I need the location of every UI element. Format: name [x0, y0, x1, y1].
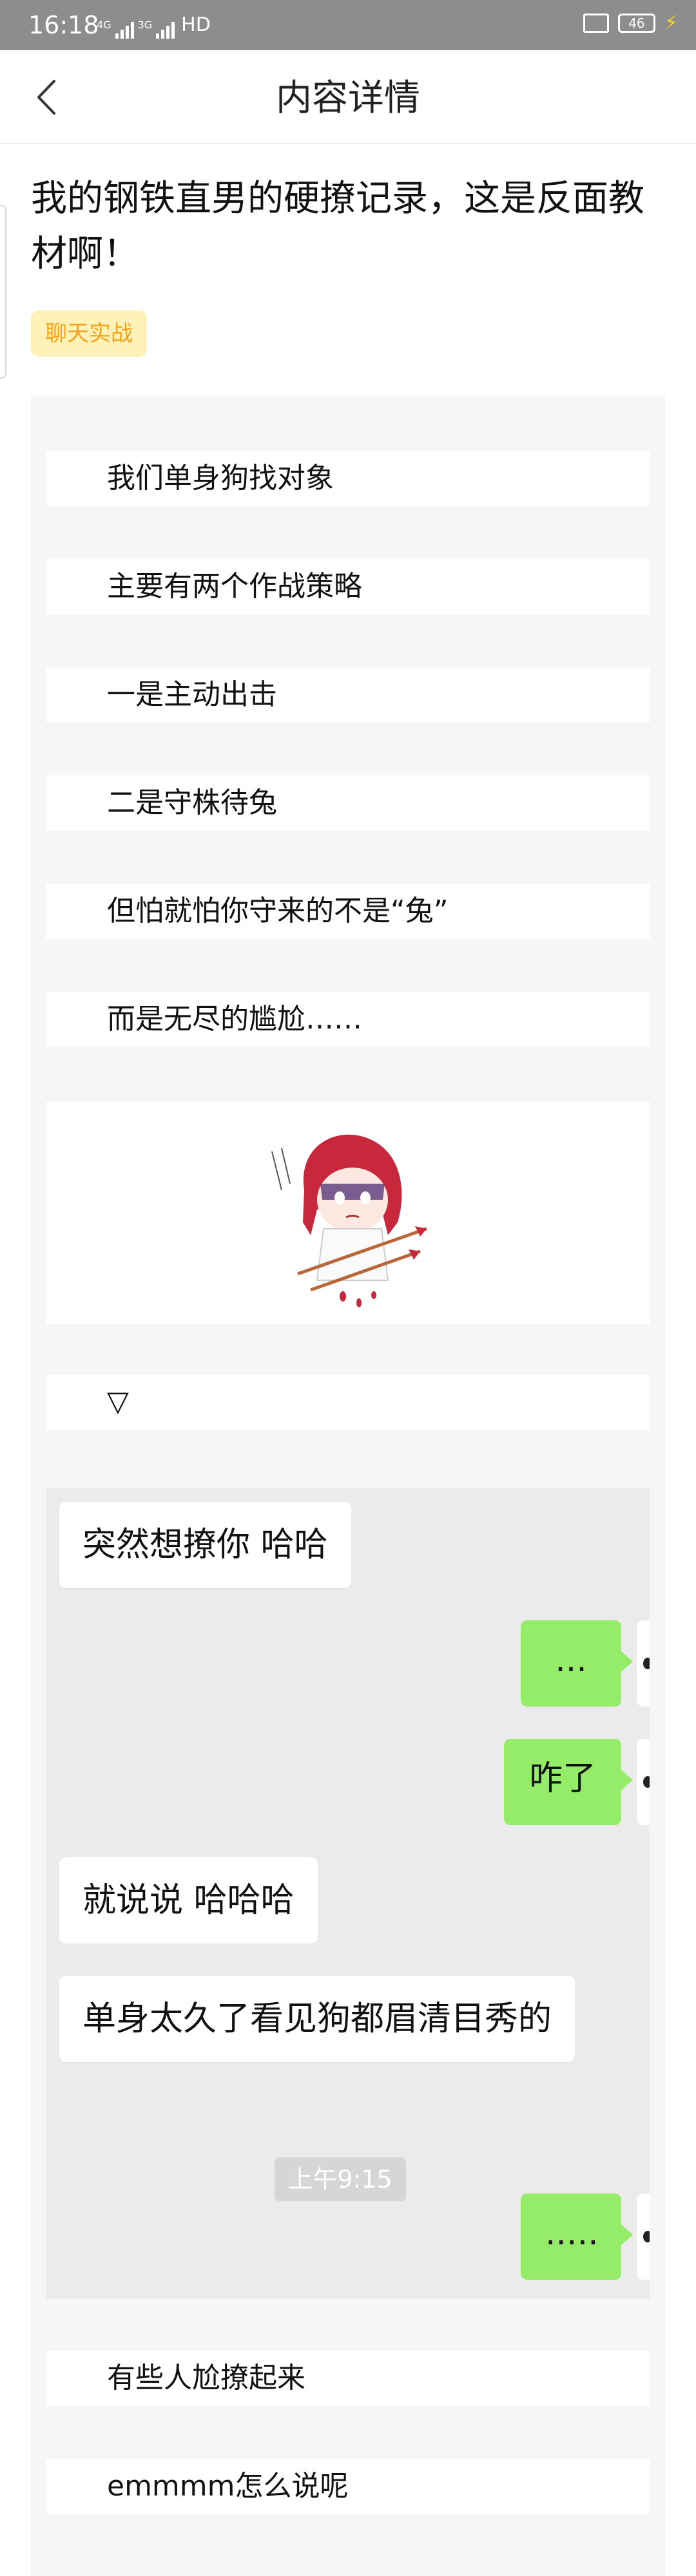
chat-screenshot: 突然想撩你 哈哈 ... 咋了 就说说 哈哈哈 单身太久了看见狗都眉清目秀的 上…: [46, 1488, 650, 2299]
text-line-marker: ▽: [46, 1374, 650, 1430]
avatar: [637, 1739, 650, 1825]
text-line: 一是主动出击: [46, 667, 650, 723]
article-title: 我的钢铁直男的硬撩记录，这是反面教材啊！: [31, 178, 644, 275]
hd-label: HD: [181, 14, 211, 36]
text-line: 而是无尽的尴尬……: [46, 992, 650, 1047]
chat-timestamp: 上午9:15: [275, 2157, 406, 2201]
text-line: 我们单身狗找对象: [46, 451, 650, 506]
network-indicator: 4G 3G HD: [97, 12, 211, 39]
chat-bubble-left: 单身太久了看见狗都眉清目秀的: [59, 1976, 575, 2062]
chat-bubble-right: ...: [521, 1620, 633, 1707]
charging-icon: ⚡: [664, 12, 678, 34]
text-line: emmmm怎么说呢: [46, 2459, 650, 2514]
status-bar: 16:18 4G 3G HD 46 ⚡: [0, 0, 696, 50]
status-right: 46 ⚡: [583, 12, 678, 34]
chat-bubble-left: 就说说 哈哈哈: [59, 1857, 318, 1944]
signal-icon-2: [156, 22, 175, 39]
category-tag[interactable]: 聊天实战: [31, 310, 147, 357]
text-line: 二是守株待兔: [46, 775, 650, 831]
chat-bubble-right: .....: [521, 2193, 633, 2280]
network-4g-label: 4G: [97, 19, 111, 31]
status-time: 16:18: [28, 11, 99, 39]
text-line: 但怕就怕你守来的不是“兔”: [46, 884, 650, 939]
side-drawer-handle[interactable]: [0, 205, 6, 379]
nav-bar: 内容详情: [0, 50, 696, 144]
chat-bubble-right: 咋了: [504, 1739, 633, 1825]
network-3g-label: 3G: [137, 19, 153, 31]
text-line: 有些人尬撩起来: [46, 2351, 650, 2406]
pierced-girl-sticker: [271, 1134, 427, 1307]
sticker-image: [46, 1101, 650, 1324]
page-title: 内容详情: [276, 77, 420, 119]
avatar: [637, 2193, 650, 2280]
article-content: 我们单身狗找对象 主要有两个作战策略 一是主动出击 二是守株待兔 但怕就怕你守来…: [31, 395, 665, 2576]
text-line: 主要有两个作战策略: [46, 559, 650, 614]
battery-icon: 46: [617, 13, 655, 33]
chat-bubble-left: 突然想撩你 哈哈: [59, 1502, 351, 1588]
signal-icon: [115, 22, 134, 39]
avatar: [637, 1620, 650, 1707]
cast-icon: [583, 13, 609, 33]
